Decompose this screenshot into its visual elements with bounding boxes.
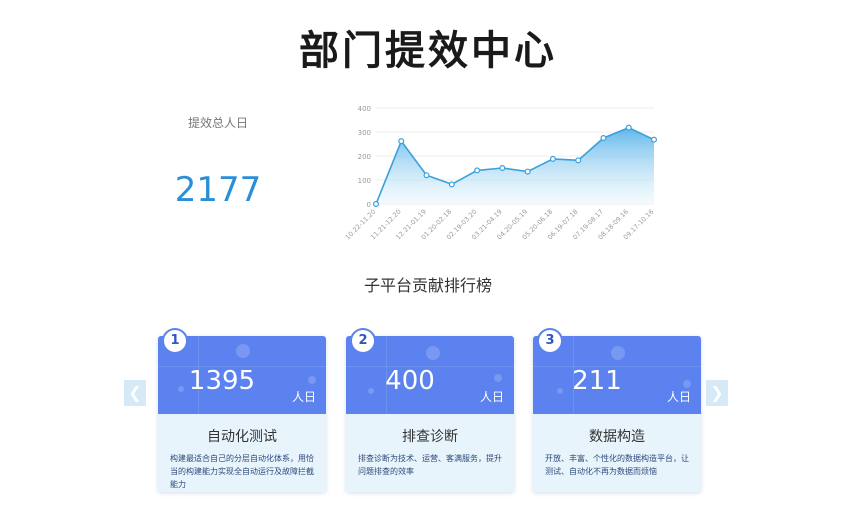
ranking-card-2[interactable]: 400 人日 排查诊断 排查诊断为技术、运营、客满服务，提升问题排查的效率 [346, 336, 514, 492]
data-point [398, 138, 405, 145]
ranking-card-3[interactable]: 211 人日 数据构造 开放、丰富、个性化的数据构造平台，让测试、自动化不再为数… [533, 336, 701, 492]
card-desc: 排查诊断为技术、运营、客满服务，提升问题排查的效率 [358, 454, 502, 476]
rank-badge: 3 [537, 328, 563, 354]
total-value: 2177 [174, 170, 262, 210]
ranking-prev-button[interactable]: ❮ [124, 380, 146, 406]
card-value: 400 [385, 366, 435, 396]
chevron-right-icon: ❯ [710, 383, 724, 402]
data-point [600, 134, 607, 141]
rank-badge: 1 [162, 328, 188, 354]
card-value: 1395 [188, 366, 256, 396]
y-tick-label: 200 [358, 153, 371, 161]
data-point [575, 157, 582, 164]
y-tick-label: 100 [358, 177, 371, 185]
data-point [372, 200, 379, 207]
ranking-card-1[interactable]: 1395 人日 自动化测试 构建最适合自己的分层自动化体系，用恰当的构建能力实现… [158, 336, 326, 492]
y-tick-label: 300 [358, 129, 371, 137]
trend-chart: 0100200300400 10.22-11.2011.21-12.2012.2… [344, 105, 658, 241]
ranking-next-button[interactable]: ❯ [706, 380, 728, 406]
page-title: 部门提效中心 [299, 28, 557, 74]
data-point [423, 172, 430, 179]
card-desc: 开放、丰富、个性化的数据构造平台，让测试、自动化不再为数据而烦恼 [545, 454, 689, 476]
data-point [474, 167, 481, 174]
card-name: 排查诊断 [402, 429, 458, 445]
card-desc: 构建最适合自己的分层自动化体系，用恰当的构建能力实现全自动运行及故障拦截能力 [170, 454, 314, 489]
ranking-title: 子平台贡献排行榜 [363, 276, 492, 295]
rank-badge: 2 [350, 328, 376, 354]
y-tick-label: 400 [358, 105, 371, 113]
data-point [499, 164, 506, 171]
card-value: 211 [572, 366, 622, 396]
total-label: 提效总人日 [187, 116, 248, 130]
data-point [448, 181, 455, 188]
data-point [625, 124, 632, 131]
card-name: 数据构造 [589, 429, 645, 445]
trend-area [376, 127, 654, 204]
card-unit: 人日 [291, 390, 316, 404]
data-point [524, 168, 531, 175]
data-point [651, 136, 658, 143]
card-name: 自动化测试 [207, 429, 277, 445]
data-point [549, 155, 556, 162]
card-unit: 人日 [666, 390, 691, 404]
chevron-left-icon: ❮ [128, 383, 142, 402]
card-unit: 人日 [479, 390, 504, 404]
